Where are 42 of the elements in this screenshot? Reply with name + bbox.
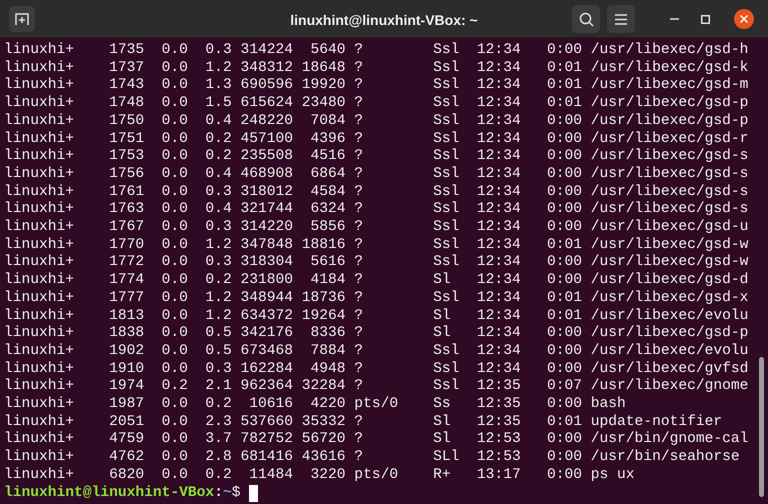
terminal-line: linuxhi+ 1813 0.0 1.2 634372 19264 ? Sl 12:34 0:01 /usr/libexec/evolu	[4, 308, 748, 325]
terminal-line: linuxhi+ 1838 0.0 0.5 342176 8336 ? Sl 12:34 0:00 /usr/libexec/gsd-p	[4, 325, 748, 343]
terminal-line: linuxhi+ 1774 0.0 0.2 231800 4184 ? Sl 12:34 0:00 /usr/libexec/gsd-d	[4, 272, 748, 290]
terminal-line: linuxhi+ 1748 0.0 1.5 615624 23480 ? Ssl 12:34 0:01 /usr/libexec/gsd-p	[4, 95, 748, 113]
close-button[interactable]	[734, 9, 754, 29]
terminal-line: linuxhi+ 1751 0.0 0.2 457100 4396 ? Ssl 12:34 0:00 /usr/libexec/gsd-r	[4, 130, 748, 148]
terminal-line: linuxhi+ 1753 0.0 0.2 235508 4516 ? Ssl 12:34 0:00 /usr/libexec/gsd-s	[4, 148, 748, 166]
window-title: linuxhint@linuxhint-VBox: ~	[290, 11, 478, 30]
terminal-line: linuxhi+ 1910 0.0 0.3 162284 4948 ? Ssl 12:34 0:00 /usr/libexec/gvfsd	[4, 360, 748, 378]
menu-button[interactable]	[607, 5, 635, 33]
terminal-line: linuxhi+ 1772 0.0 0.3 318304 5616 ? Ssl 12:34 0:00 /usr/libexec/gsd-w	[4, 254, 748, 272]
terminal-line: linuxhi+ 1902 0.0 0.5 673468 7884 ? Ssl 12:34 0:00 /usr/libexec/evolu	[4, 342, 748, 361]
maximize-icon	[700, 14, 710, 24]
new-tab-button[interactable]	[9, 6, 35, 32]
scrollbar[interactable]	[759, 357, 764, 497]
terminal-line: linuxhi+ 4759 0.0 3.7 782752 56720 ? Sl 12:53 0:00 /usr/bin/gnome-cal	[4, 431, 748, 449]
terminal-line: linuxhi+ 1763 0.0 0.4 321744 6324 ? Ssl 12:34 0:00 /usr/libexec/gsd-s	[4, 201, 748, 219]
terminal-line: linuxhi+ 1737 0.0 1.2 348312 18648 ? Ssl 12:34 0:01 /usr/libexec/gsd-k	[4, 60, 748, 77]
terminal-line: linuxhi+ 1770 0.0 1.2 347848 18816 ? Ssl 12:34 0:01 /usr/libexec/gsd-w	[4, 236, 748, 254]
new-tab-icon	[15, 12, 29, 26]
terminal-line: linuxhi+ 4762 0.0 2.8 681416 43616 ? SLl 12:53 0:00 /usr/bin/seahorse	[4, 449, 740, 467]
terminal-line: linuxhi+ 1735 0.0 0.3 314224 5640 ? Ssl 12:34 0:00 /usr/libexec/gsd-h	[4, 42, 748, 60]
search-icon	[578, 12, 594, 26]
minimize-icon	[670, 18, 678, 20]
terminal-line: linuxhi+ 1743 0.0 1.3 690596 19920 ? Ssl 12:34 0:01 /usr/libexec/gsd-m	[4, 77, 748, 95]
terminal-line: linuxhi+ 1974 0.2 2.1 962364 32284 ? Ssl 12:35 0:07 /usr/libexec/gnome	[4, 378, 748, 396]
terminal-line: linuxhi+ 1761 0.0 0.3 318012 4584 ? Ssl 12:34 0:00 /usr/libexec/gsd-s	[4, 184, 748, 201]
terminal-line: linuxhi+ 1987 0.0 0.2 10616 4220 pts/0 Ss 12:35 0:00 bash	[4, 396, 626, 414]
terminal-line: linuxhi+ 2051 0.0 2.3 537660 35332 ? Sl 12:35 0:01 update-notifier	[4, 414, 722, 431]
prompt-user-host: linuxhint@linuxhint-VBox	[4, 484, 214, 502]
close-icon	[740, 15, 748, 23]
prompt-path: ~	[222, 484, 232, 502]
prompt-separator: :	[214, 484, 223, 502]
prompt-symbol: $	[232, 484, 242, 502]
text-cursor	[249, 484, 258, 502]
search-button[interactable]	[572, 5, 600, 33]
terminal-line: linuxhi+ 1767 0.0 0.3 314220 5856 ? Ssl 12:34 0:00 /usr/libexec/gsd-u	[4, 219, 748, 237]
menu-icon	[615, 14, 627, 24]
terminal-line: linuxhi+ 1756 0.0 0.4 468908 6864 ? Ssl 12:34 0:00 /usr/libexec/gsd-s	[4, 166, 748, 184]
terminal-line: linuxhi+ 1750 0.0 0.4 248220 7084 ? Ssl 12:34 0:00 /usr/libexec/gsd-p	[4, 112, 748, 131]
terminal-line: linuxhi+ 6820 0.0 0.2 11484 3220 pts/0 R+ 13:17 0:00 ps ux	[4, 466, 635, 485]
terminal-line: linuxhi+ 1777 0.0 1.2 348944 18736 ? Ssl 12:34 0:01 /usr/libexec/gsd-x	[4, 290, 748, 308]
